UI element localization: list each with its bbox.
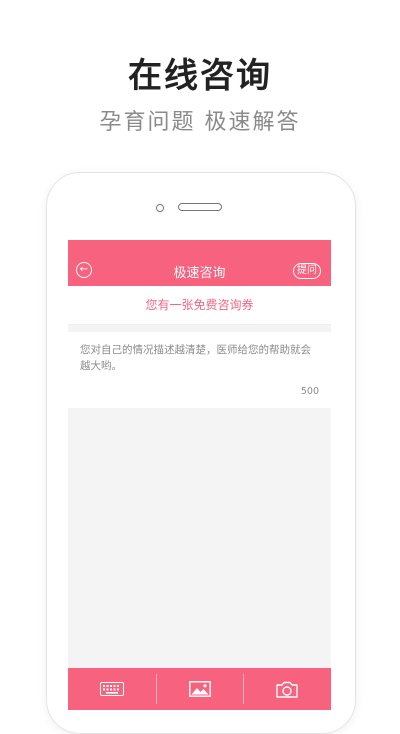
page-title: 极速咨询 xyxy=(173,266,226,281)
app-screen: ← 极速咨询 提问 您有一张免费咨询券 您对自己的情况描述越清楚，医师给您的帮助… xyxy=(68,240,331,710)
free-coupon-banner[interactable]: 您有一张免费咨询券 xyxy=(68,286,331,325)
nav-bar: ← 极速咨询 提问 xyxy=(68,240,331,286)
ask-button[interactable]: 提问 xyxy=(293,263,321,279)
front-camera xyxy=(156,204,164,212)
question-input[interactable]: 您对自己的情况描述越清楚，医师给您的帮助就会越大哟。 500 xyxy=(68,332,331,408)
subheadline: 孕育问题 极速解答 xyxy=(99,110,301,135)
camera-icon xyxy=(276,681,298,698)
earpiece-speaker xyxy=(178,203,222,211)
headline: 在线咨询 xyxy=(128,56,272,96)
keyboard-icon xyxy=(99,682,124,696)
image-button[interactable] xyxy=(155,668,244,710)
char-limit: 500 xyxy=(300,386,319,397)
input-toolbar xyxy=(68,668,331,710)
question-placeholder: 您对自己的情况描述越清楚，医师给您的帮助就会越大哟。 xyxy=(80,344,311,372)
image-icon xyxy=(188,681,211,697)
camera-button[interactable] xyxy=(243,668,331,710)
keyboard-button[interactable] xyxy=(68,668,156,710)
